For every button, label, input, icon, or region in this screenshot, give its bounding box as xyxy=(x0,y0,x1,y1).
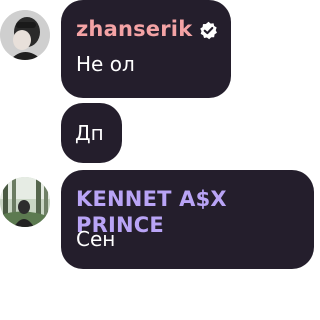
message-author[interactable]: zhanserik xyxy=(76,16,218,42)
avatar-image xyxy=(0,177,50,227)
message-bubble-3[interactable]: KENNET A$X PRINCE Сен xyxy=(61,170,314,269)
avatar-zhanserik[interactable] xyxy=(0,10,50,60)
message-bubble-1[interactable]: zhanserik Не ол xyxy=(61,0,231,98)
message-text: Не ол xyxy=(76,52,135,76)
avatar-kennet[interactable] xyxy=(0,177,50,227)
message-text: Сен xyxy=(76,227,116,251)
avatar-image xyxy=(0,10,50,60)
chat-thread: zhanserik Не ол Дп KENNET A$X PRINCE Сен xyxy=(0,0,317,320)
message-text: Дп xyxy=(75,121,104,145)
author-name: zhanserik xyxy=(76,17,193,41)
message-bubble-2[interactable]: Дп xyxy=(61,103,122,163)
verified-badge-icon xyxy=(199,20,218,39)
